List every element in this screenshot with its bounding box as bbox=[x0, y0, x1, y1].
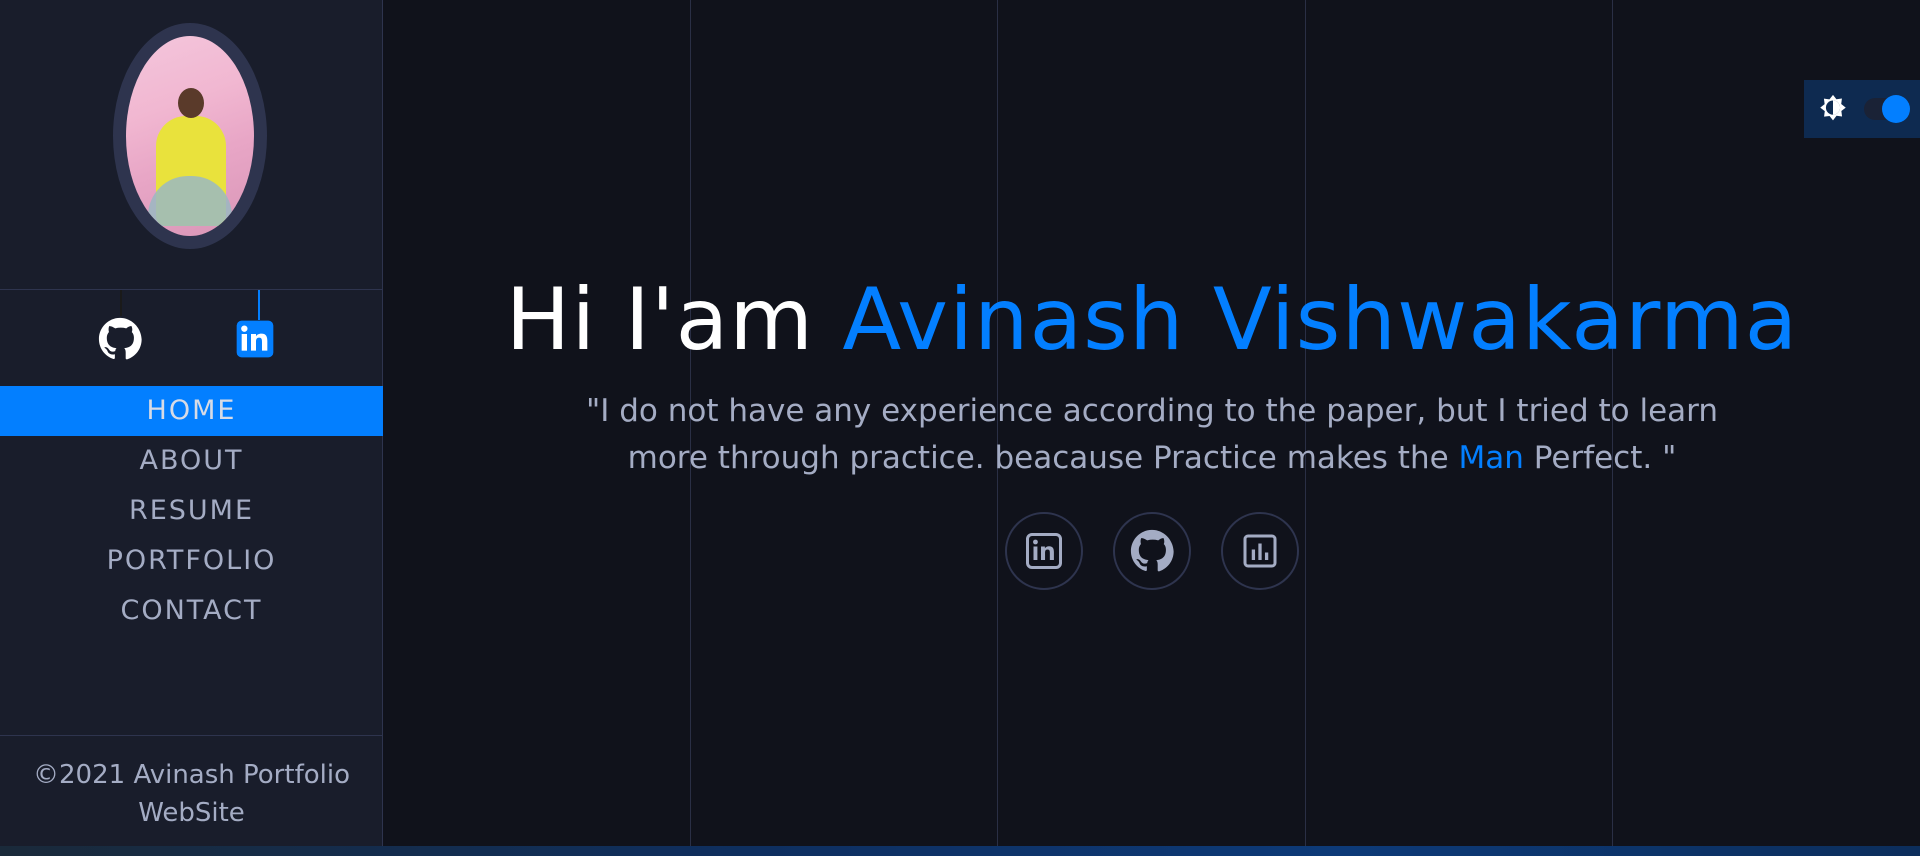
stats-button[interactable] bbox=[1221, 512, 1299, 590]
linkedin-icon bbox=[1026, 533, 1062, 569]
sidebar-footer: ©2021 Avinash Portfolio WebSite bbox=[0, 735, 383, 832]
avatar-frame bbox=[113, 23, 267, 249]
quote-accent: Man bbox=[1458, 440, 1524, 476]
hero-section: Hi I'am Avinash Vishwakarma "I do not ha… bbox=[384, 270, 1920, 590]
quote-text-end: Perfect. " bbox=[1523, 440, 1677, 476]
nav-item-resume[interactable]: RESUME bbox=[0, 486, 383, 536]
bottom-bar bbox=[0, 846, 1920, 856]
theme-toggle[interactable] bbox=[1804, 80, 1920, 138]
brightness-icon bbox=[1820, 94, 1846, 121]
github-icon bbox=[1130, 529, 1174, 572]
nav-item-home[interactable]: HOME bbox=[0, 386, 383, 436]
hero-social-links bbox=[384, 512, 1920, 590]
nav-item-about[interactable]: ABOUT bbox=[0, 436, 383, 486]
nav-item-contact[interactable]: CONTACT bbox=[0, 586, 383, 636]
linkedin-button[interactable] bbox=[1005, 512, 1083, 590]
avatar-section bbox=[0, 0, 382, 290]
hero-name: Avinash Vishwakarma bbox=[842, 270, 1799, 370]
hero-title: Hi I'am Avinash Vishwakarma bbox=[384, 270, 1920, 370]
chart-icon bbox=[1243, 534, 1277, 568]
hero-quote: "I do not have any experience according … bbox=[552, 388, 1752, 482]
github-icon[interactable] bbox=[96, 316, 144, 362]
linkedin-icon[interactable] bbox=[231, 316, 279, 362]
theme-switch[interactable] bbox=[1864, 95, 1910, 123]
footer-copyright: ©2021 Avinash Portfolio bbox=[33, 760, 350, 790]
sidebar-social-links bbox=[0, 290, 382, 386]
github-button[interactable] bbox=[1113, 512, 1191, 590]
avatar bbox=[126, 36, 254, 236]
footer-website: WebSite bbox=[138, 798, 245, 828]
main-nav: HOME ABOUT RESUME PORTFOLIO CONTACT bbox=[0, 386, 383, 636]
hero-greeting: Hi I'am bbox=[505, 270, 843, 370]
sidebar: HOME ABOUT RESUME PORTFOLIO CONTACT ©202… bbox=[0, 0, 383, 846]
nav-item-portfolio[interactable]: PORTFOLIO bbox=[0, 536, 383, 586]
